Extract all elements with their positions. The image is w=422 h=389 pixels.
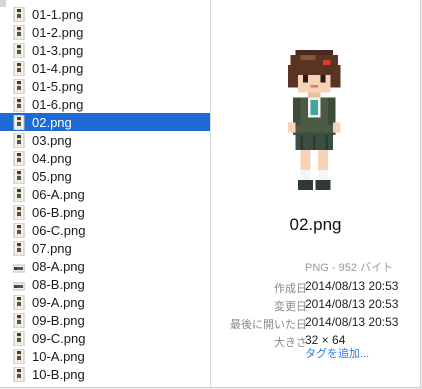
- character-thumbnail-icon: [13, 60, 25, 76]
- character-thumbnail-icon: [13, 6, 25, 22]
- character-thumbnail-icon: [13, 222, 25, 238]
- file-name-label: 07.png: [32, 240, 72, 256]
- file-name-label: 09-A.png: [32, 294, 85, 310]
- preview-pane: 02.png PNG - 952 バイト 作成日 2014/08/13 20:5…: [211, 0, 420, 387]
- file-list-item[interactable]: 01-1.png: [0, 5, 210, 23]
- file-name-label: 01-1.png: [32, 6, 84, 22]
- file-name-label: 01-2.png: [32, 24, 84, 40]
- file-list-item[interactable]: 06-C.png: [0, 221, 210, 239]
- character-thumbnail-icon: [13, 294, 25, 310]
- file-list-item[interactable]: 05.png: [0, 167, 210, 185]
- file-name-label: 06-C.png: [32, 222, 86, 238]
- file-name-label: 02.png: [32, 114, 72, 130]
- file-name-label: 08-B.png: [32, 276, 85, 292]
- last-opened-value: 2014/08/13 20:53: [305, 315, 399, 329]
- file-list-item[interactable]: 10-B.png: [0, 365, 210, 383]
- file-list-item[interactable]: 01-2.png: [0, 23, 210, 41]
- file-list-item[interactable]: 09-A.png: [0, 293, 210, 311]
- file-list-item[interactable]: 01-4.png: [0, 59, 210, 77]
- character-thumbnail-icon: [13, 186, 25, 202]
- character-thumbnail-icon: [13, 312, 25, 328]
- character-thumbnail-icon: [13, 240, 25, 256]
- file-list-item[interactable]: 04.png: [0, 149, 210, 167]
- file-name-label: 09-C.png: [32, 330, 86, 346]
- lying-character-thumbnail-icon: [13, 277, 25, 292]
- character-thumbnail-icon: [13, 114, 25, 130]
- file-name-label: 06-A.png: [32, 186, 85, 202]
- file-name-label: 01-5.png: [32, 78, 84, 94]
- modified-label: 変更日: [274, 301, 307, 313]
- file-name-label: 01-6.png: [32, 96, 84, 112]
- file-kind-size: PNG - 952 バイト: [305, 262, 394, 274]
- character-thumbnail-icon: [13, 132, 25, 148]
- file-name-label: 08-A.png: [32, 258, 85, 274]
- character-thumbnail-icon: [13, 78, 25, 94]
- character-thumbnail-icon: [13, 366, 25, 382]
- file-list-item[interactable]: 06-A.png: [0, 185, 210, 203]
- file-name-label: 03.png: [32, 132, 72, 148]
- add-tags-link[interactable]: タグを追加...: [305, 345, 369, 361]
- character-thumbnail-icon: [13, 204, 25, 220]
- finder-column-view: 01-1.png 01-2.png 01-3.png 01-4.png 01-5.png…: [0, 0, 421, 388]
- character-thumbnail-icon: [13, 96, 25, 112]
- file-list-item[interactable]: 09-B.png: [0, 311, 210, 329]
- file-name-label: 10-A.png: [32, 348, 85, 364]
- file-name-label: 01-4.png: [32, 60, 84, 76]
- file-name-label: 04.png: [32, 150, 72, 166]
- character-thumbnail-icon: [13, 42, 25, 58]
- file-list-item[interactable]: 09-C.png: [0, 329, 210, 347]
- file-name-label: 09-B.png: [32, 312, 85, 328]
- file-list-item[interactable]: 08-A.png: [0, 257, 210, 275]
- file-name-label: 10-B.png: [32, 366, 85, 382]
- file-list-column[interactable]: 01-1.png 01-2.png 01-3.png 01-4.png 01-5.png…: [0, 0, 211, 387]
- file-name-label: 01-3.png: [32, 42, 84, 58]
- modified-value: 2014/08/13 20:53: [305, 297, 399, 311]
- file-list-item[interactable]: 01-6.png: [0, 95, 210, 113]
- character-thumbnail-icon: [13, 168, 25, 184]
- file-list-item[interactable]: 06-B.png: [0, 203, 210, 221]
- file-name-label: 06-B.png: [32, 204, 85, 220]
- last-opened-label: 最後に開いた日: [230, 319, 307, 331]
- file-list-item[interactable]: 02.png: [0, 113, 210, 131]
- file-list-item[interactable]: 03.png: [0, 131, 210, 149]
- file-name-label: 05.png: [32, 168, 72, 184]
- created-value: 2014/08/13 20:53: [305, 279, 399, 293]
- file-list-item[interactable]: 01-5.png: [0, 77, 210, 95]
- character-thumbnail-icon: [13, 330, 25, 346]
- file-list-item[interactable]: 01-3.png: [0, 41, 210, 59]
- preview-filename: 02.png: [289, 215, 342, 234]
- sprite-preview-image: [288, 50, 341, 190]
- lying-character-thumbnail-icon: [13, 259, 25, 274]
- dimensions-label: 大きさ: [274, 337, 307, 349]
- file-list-item[interactable]: 10-A.png: [0, 347, 210, 365]
- file-list-item[interactable]: 08-B.png: [0, 275, 210, 293]
- created-label: 作成日: [274, 283, 307, 295]
- file-list-item[interactable]: 07.png: [0, 239, 210, 257]
- character-thumbnail-icon: [13, 24, 25, 40]
- character-thumbnail-icon: [13, 348, 25, 364]
- character-thumbnail-icon: [13, 150, 25, 166]
